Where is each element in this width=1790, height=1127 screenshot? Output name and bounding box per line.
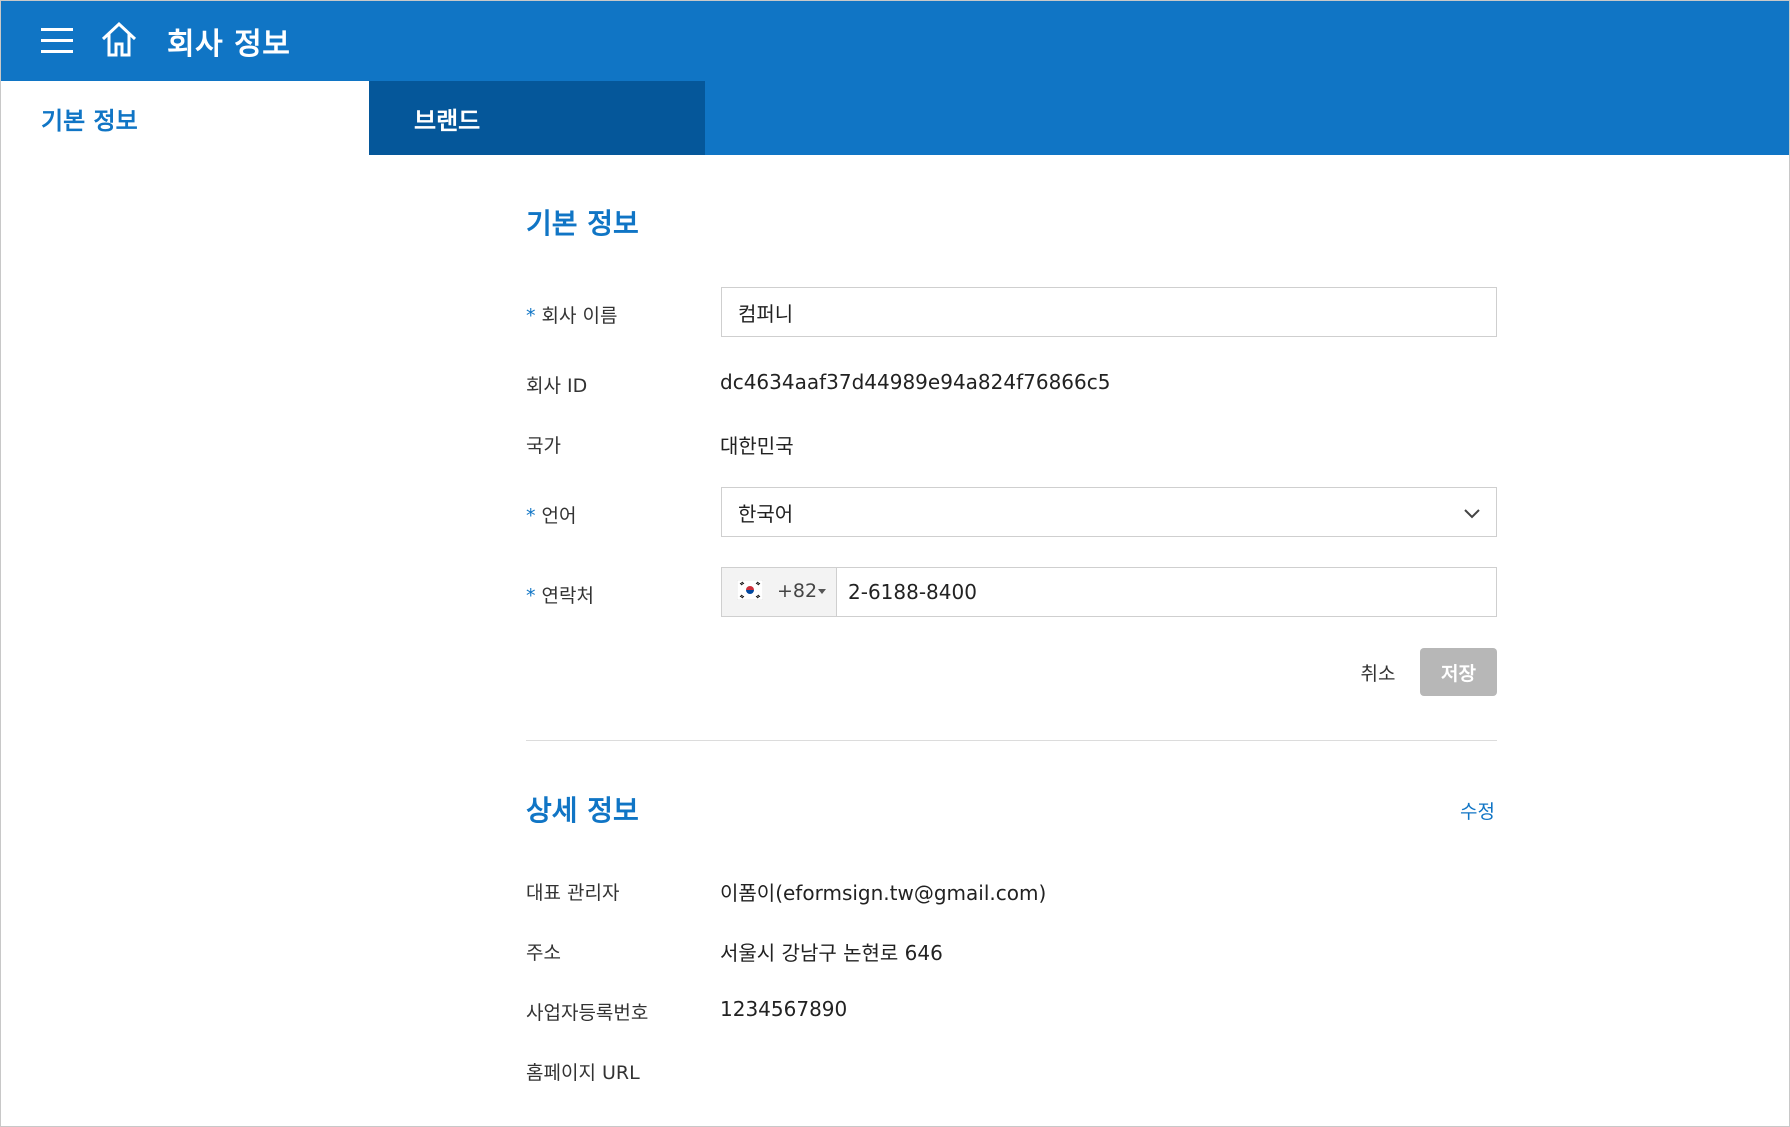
business-number-label: 사업자등록번호 [526, 1002, 649, 1024]
detail-info-title: 상세 정보 [526, 794, 639, 827]
country-code-text: +82 [777, 580, 818, 602]
top-header: 회사 정보 [1, 1, 1789, 81]
required-mark: * [526, 305, 536, 327]
address-value: 서울시 강남구 논현로 646 [720, 941, 943, 965]
tab-basic-info[interactable]: 기본 정보 [1, 81, 369, 155]
language-select[interactable]: 한국어 [721, 487, 1497, 537]
address-label: 주소 [526, 942, 561, 964]
company-name-value: 컴퍼니 [738, 301, 794, 326]
section-divider [526, 740, 1497, 741]
phone-number-input[interactable]: 2-6188-8400 [838, 568, 1496, 616]
company-name-input[interactable]: 컴퍼니 [721, 287, 1497, 337]
country-code-dropdown[interactable]: +82 [722, 568, 837, 616]
tab-brand[interactable]: 브랜드 [369, 81, 705, 155]
caret-down-icon [818, 589, 826, 594]
company-id-label: 회사 ID [526, 375, 588, 397]
page-title: 회사 정보 [167, 27, 291, 62]
hamburger-menu-icon[interactable] [41, 28, 73, 54]
chevron-down-icon [1464, 509, 1480, 519]
edit-link[interactable]: 수정 [1460, 797, 1495, 824]
required-mark: * [526, 505, 536, 527]
contact-label: * 연락처 [526, 581, 594, 608]
language-label-text: 언어 [541, 505, 577, 527]
representative-admin-value: 이폼이(eformsign.tw@gmail.com) [720, 881, 1047, 905]
company-name-label: * 회사 이름 [526, 301, 618, 328]
phone-field: +82 2-6188-8400 [721, 567, 1497, 617]
language-label: * 언어 [526, 501, 577, 528]
save-button[interactable]: 저장 [1420, 648, 1497, 696]
country-value: 대한민국 [720, 434, 794, 458]
homepage-url-label: 홈페이지 URL [526, 1062, 640, 1084]
home-icon[interactable] [99, 19, 139, 59]
language-value: 한국어 [738, 501, 794, 526]
business-number-value: 1234567890 [720, 997, 848, 1021]
company-name-label-text: 회사 이름 [541, 305, 618, 327]
contact-label-text: 연락처 [541, 585, 594, 607]
basic-info-title: 기본 정보 [526, 207, 639, 240]
country-label: 국가 [526, 435, 561, 457]
cancel-button[interactable]: 취소 [1340, 648, 1416, 696]
tab-bar: 기본 정보 브랜드 [1, 81, 1789, 155]
representative-admin-label: 대표 관리자 [526, 882, 620, 904]
company-id-value: dc4634aaf37d44989e94a824f76866c5 [720, 370, 1111, 394]
korea-flag-icon [737, 580, 763, 600]
phone-number-value: 2-6188-8400 [848, 580, 977, 604]
required-mark: * [526, 585, 536, 607]
